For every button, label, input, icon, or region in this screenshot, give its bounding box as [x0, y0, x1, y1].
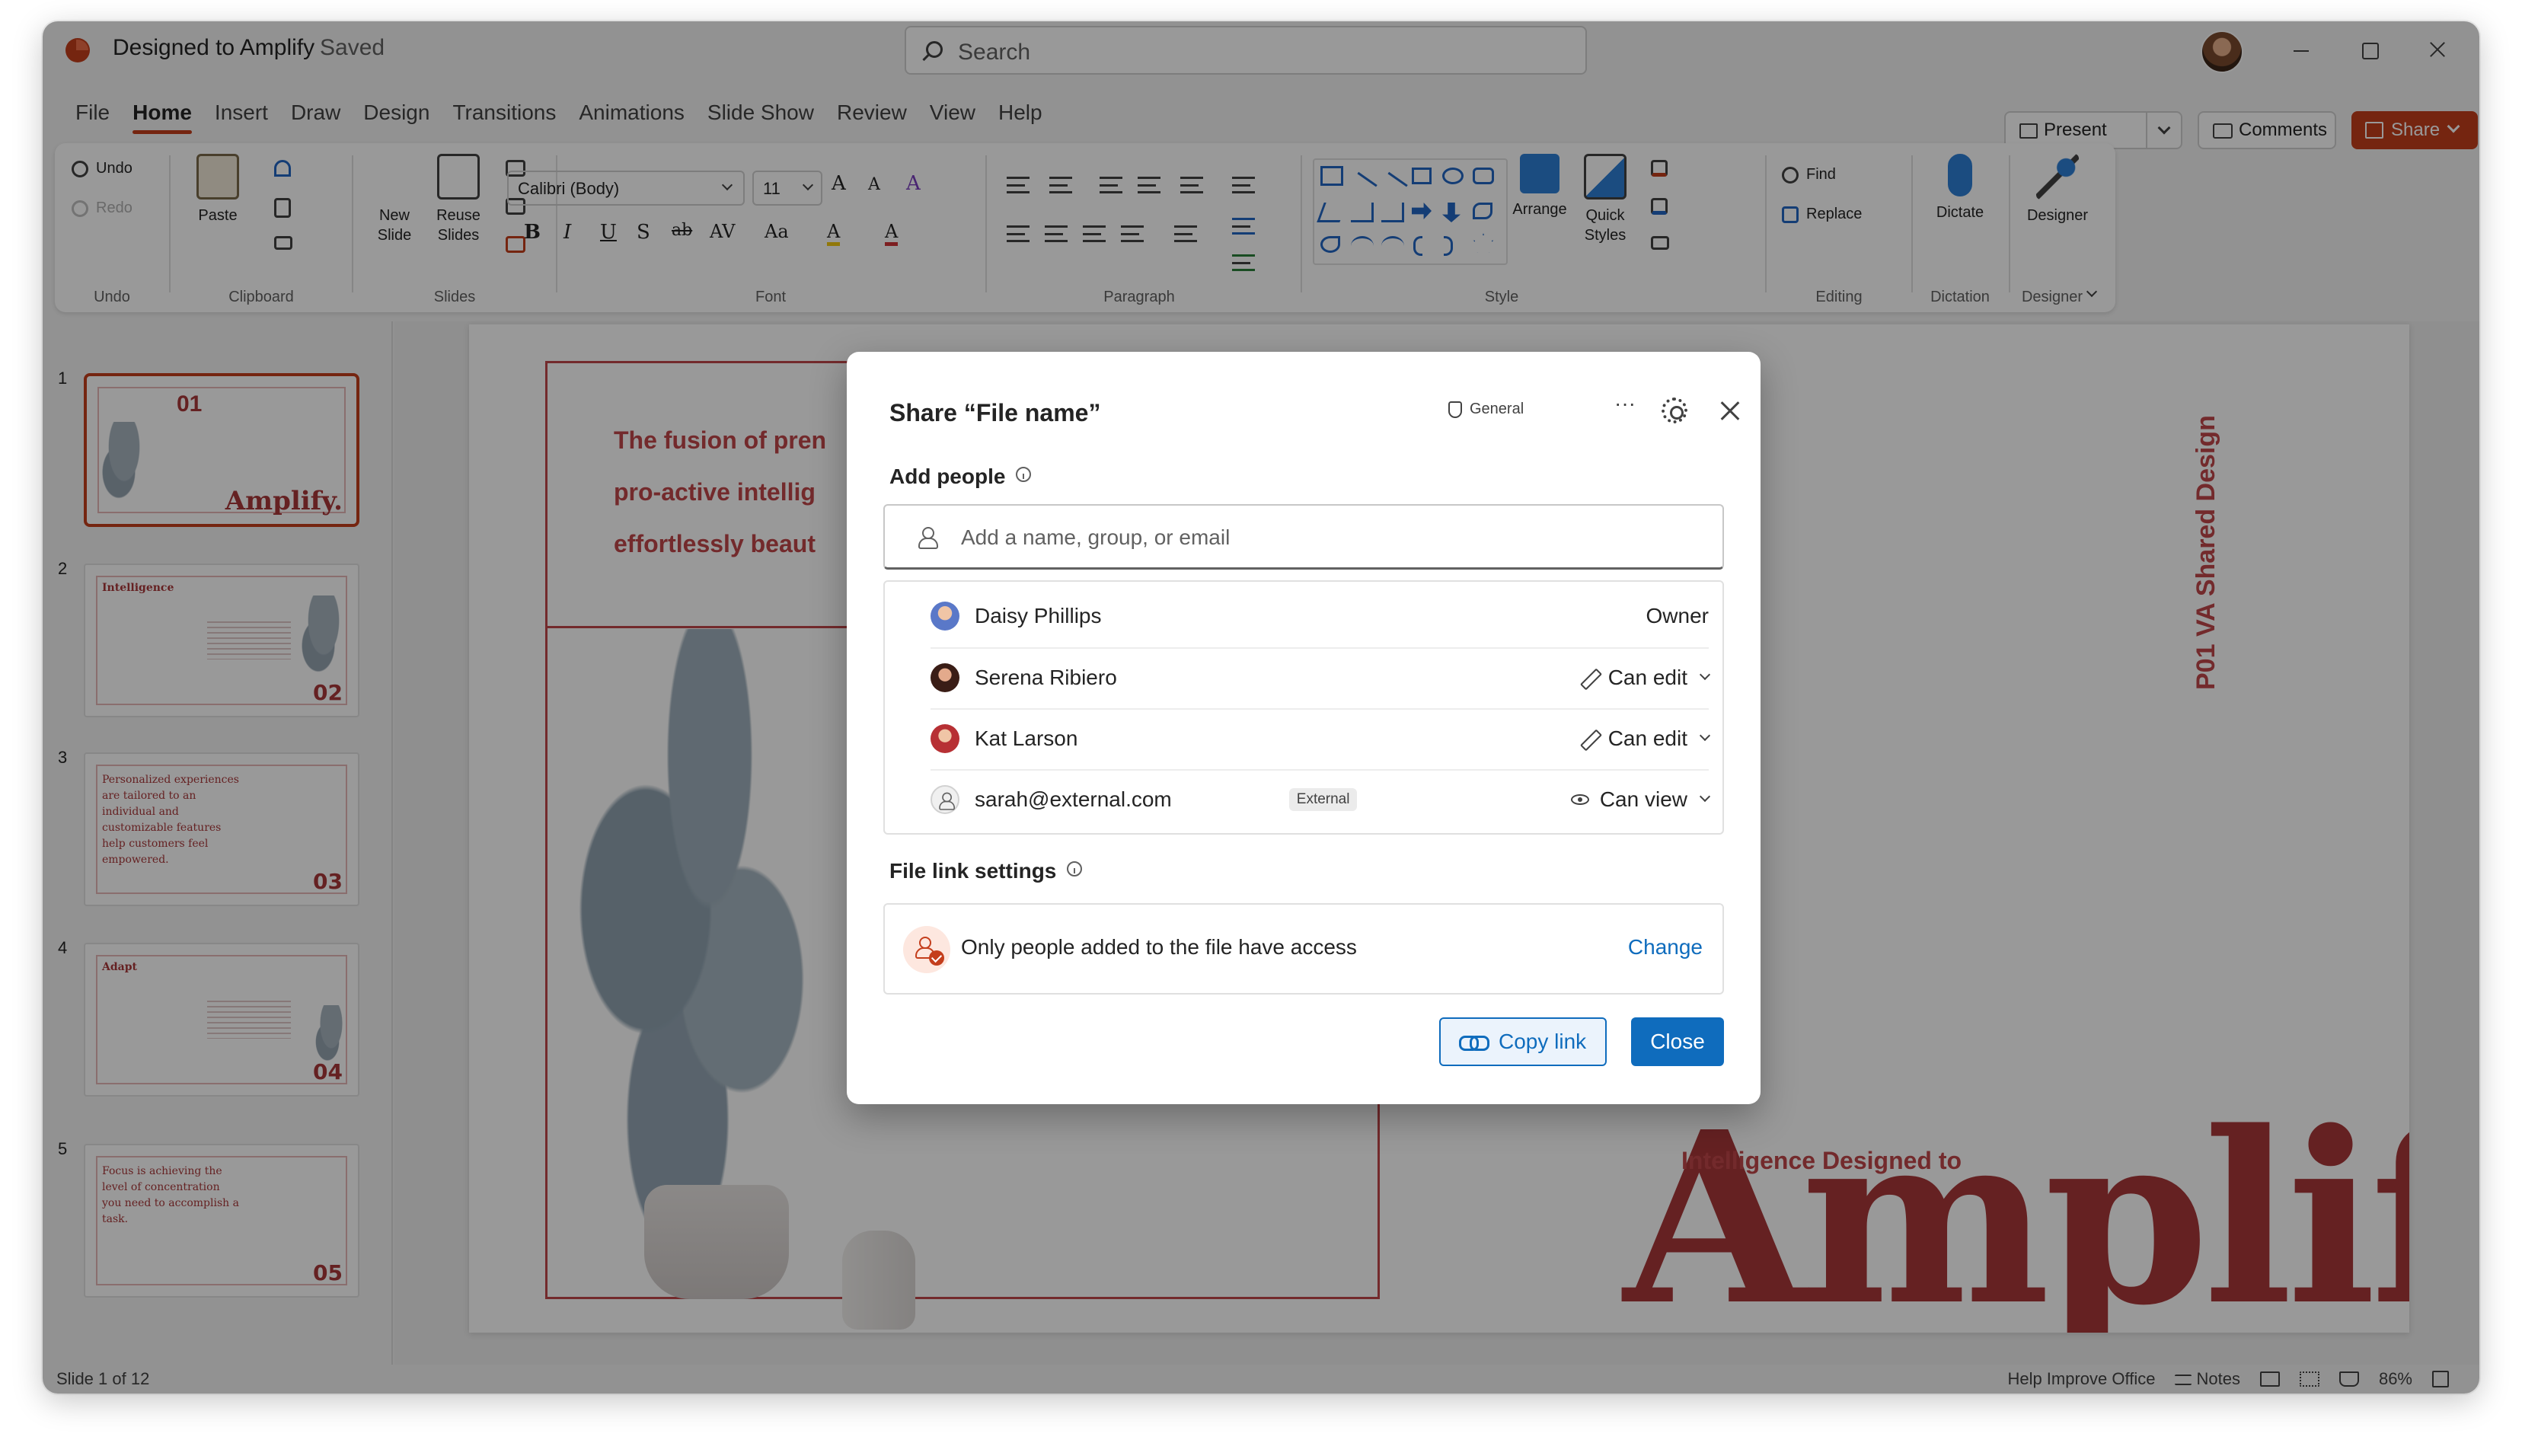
- link-settings-card: Only people added to the file have acces…: [883, 903, 1724, 995]
- person-row: Serena Ribiero Can edit: [931, 647, 1711, 707]
- role-label: Owner: [1646, 604, 1709, 627]
- copy-link-label: Copy link: [1499, 1030, 1587, 1053]
- sensitivity-value: General: [1470, 401, 1524, 417]
- person-name: sarah@external.com: [975, 787, 1172, 811]
- person-row: Kat Larson Can edit: [931, 708, 1711, 768]
- checkmark-icon: [929, 950, 944, 966]
- person-avatar: [931, 663, 959, 692]
- chevron-down-icon: [1699, 790, 1711, 803]
- dialog-title: Share “File name”: [889, 399, 1101, 426]
- sensitivity-label[interactable]: General: [1448, 401, 1524, 418]
- person-name: Kat Larson: [975, 726, 1078, 750]
- pencil-icon: [1581, 730, 1598, 747]
- add-people-input[interactable]: Add a name, group, or email: [883, 504, 1724, 570]
- link-access-description: Only people added to the file have acces…: [961, 935, 1357, 959]
- person-name: Serena Ribiero: [975, 666, 1117, 689]
- role-label: Can edit: [1607, 666, 1687, 689]
- permission-dropdown[interactable]: Can edit: [1581, 666, 1711, 690]
- add-people-heading: Add people: [889, 465, 1032, 489]
- share-dialog: Share “File name” General ··· Add people…: [847, 352, 1761, 1104]
- person-avatar: [931, 602, 959, 631]
- person-avatar: [931, 785, 959, 814]
- person-icon: [918, 527, 938, 549]
- add-people-label: Add people: [889, 465, 1006, 488]
- settings-gear-icon[interactable]: [1662, 398, 1687, 423]
- external-badge: External: [1288, 788, 1358, 811]
- person-row: Daisy Phillips Owner: [931, 586, 1709, 646]
- file-link-settings-heading: File link settings: [889, 859, 1083, 883]
- people-list: Daisy Phillips Owner Serena Ribiero Can edi…: [883, 580, 1724, 835]
- powerpoint-window: Designed to Amplify Saved Search File Hom…: [43, 21, 2479, 1394]
- permission-dropdown[interactable]: Can edit: [1581, 726, 1711, 751]
- permission-dropdown[interactable]: Can view: [1570, 787, 1711, 812]
- person-role: Owner: [1646, 604, 1709, 628]
- change-link-settings-button[interactable]: Change: [1628, 935, 1703, 959]
- chevron-down-icon: [1699, 669, 1711, 681]
- eye-icon: [1570, 794, 1589, 805]
- person-avatar: [931, 724, 959, 753]
- person-row: sarah@external.com External Can view: [931, 769, 1711, 829]
- role-label: Can view: [1599, 787, 1687, 811]
- person-icon: [939, 792, 956, 810]
- pencil-icon: [1581, 669, 1598, 686]
- copy-link-button[interactable]: Copy link: [1439, 1017, 1607, 1066]
- link-icon: [1459, 1036, 1489, 1051]
- info-icon[interactable]: [1016, 467, 1032, 482]
- chevron-down-icon: [1699, 730, 1711, 742]
- dialog-close-icon[interactable]: [1716, 398, 1744, 425]
- more-options-icon[interactable]: ···: [1610, 393, 1640, 419]
- role-label: Can edit: [1607, 726, 1687, 750]
- add-people-placeholder: Add a name, group, or email: [961, 525, 1231, 549]
- close-button[interactable]: Close: [1631, 1017, 1724, 1066]
- info-icon[interactable]: [1067, 861, 1083, 876]
- file-link-settings-label: File link settings: [889, 859, 1057, 883]
- restricted-access-icon: [903, 926, 950, 973]
- person-name: Daisy Phillips: [975, 604, 1102, 627]
- shield-icon: [1448, 401, 1462, 418]
